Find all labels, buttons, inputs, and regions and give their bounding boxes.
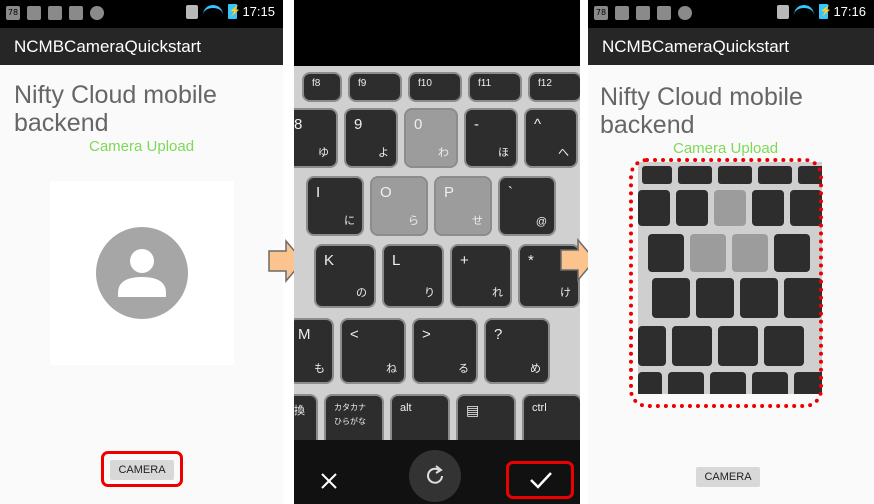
notification-icons: 78 [594,6,692,20]
camera-upload-label: Camera Upload [89,138,195,155]
camera-button[interactable]: CAMERA [696,467,760,487]
keyboard-key: f11 [470,74,520,100]
lock-icon [186,4,199,19]
main-content: Nifty Cloud mobile backend Camera Upload… [588,65,874,504]
status-bar: 78 ⚡ 17:15 [0,0,283,28]
keyboard-key: 換 [294,396,316,440]
phone-screen-after: 78 ⚡ 17:16 NCMBCameraQuickstart Nifty Cl… [588,0,874,504]
image-icon [615,6,629,20]
camera-upload-label: Camera Upload [673,140,779,157]
usb-icon [636,6,650,20]
person-placeholder-icon [96,227,188,319]
battery-icon: ⚡ [819,4,832,19]
keyboard-key: Pせ [436,178,490,234]
keyboard-key: Iに [308,178,362,234]
keyboard-key: 8ゆ [294,110,336,166]
retake-icon [427,465,443,484]
keyboard-key: > る [414,320,476,382]
keyboard-key: f12 [530,74,580,100]
clock: 17:15 [242,4,275,19]
keyboard-key: ? め [486,320,548,382]
camera-preview-screen: f8 f9 f10 f11 f12 8ゆ 9よ 0わ -ほ ^ へ Iに Oら P… [294,0,580,504]
lock-icon [777,4,790,19]
close-icon[interactable] [320,472,338,490]
keyboard-key: -ほ [466,110,516,166]
wifi-icon [794,4,815,19]
captured-photo-preview: f8 f9 f10 f11 f12 8ゆ 9よ 0わ -ほ ^ へ Iに Oら P… [294,66,580,440]
keyboard-key: ^ へ [526,110,576,166]
status-bar: 78 ⚡ 17:16 [588,0,874,28]
keyboard-key: Mも [294,320,332,382]
main-content: Nifty Cloud mobile backend Camera Upload… [0,65,283,504]
keyboard-key: f10 [410,74,460,100]
keyboard-key: + れ [452,246,510,306]
highlight-confirm-button [506,461,574,499]
image-placeholder[interactable] [50,181,234,365]
phone-screen-before: 78 ⚡ 17:15 NCMBCameraQuickstart Nifty Cl… [0,0,283,504]
keyboard-key: Kの [316,246,374,306]
retake-button[interactable] [409,450,461,502]
wifi-icon [203,4,224,19]
keyboard-key: < ね [342,320,404,382]
notification-icons: 78 [6,6,104,20]
keyboard-key: ` @ [500,178,554,234]
sync-icon [678,6,692,20]
camera-controls-bar [294,440,580,504]
sync-icon [90,6,104,20]
keyboard-key: alt [392,396,448,440]
page-title: Nifty Cloud mobile backend [14,81,217,137]
keyboard-key: ▤ [458,396,514,440]
page-title: Nifty Cloud mobile backend [600,83,803,139]
notification-count-icon: 78 [6,6,20,20]
highlight-camera-button [101,451,183,487]
app-title-bar: NCMBCameraQuickstart [0,28,283,65]
keyboard-key: f9 [350,74,400,100]
keyboard-key: Lり [384,246,442,306]
notification-count-icon: 78 [594,6,608,20]
keyboard-key: f8 [304,74,340,100]
keyboard-key: Oら [372,178,426,234]
clock: 17:16 [833,4,866,19]
usb-icon [48,6,62,20]
image-icon [27,6,41,20]
highlight-uploaded-photo [629,158,823,408]
battery-icon: ⚡ [228,4,241,19]
keyboard-key: 0わ [406,110,456,166]
keyboard-key: カタカナ ひらがな [326,396,382,440]
app-title-bar: NCMBCameraQuickstart [588,28,874,65]
keyboard-key: ctrl [524,396,580,440]
android-icon [69,6,83,20]
android-icon [657,6,671,20]
keyboard-key: 9よ [346,110,396,166]
